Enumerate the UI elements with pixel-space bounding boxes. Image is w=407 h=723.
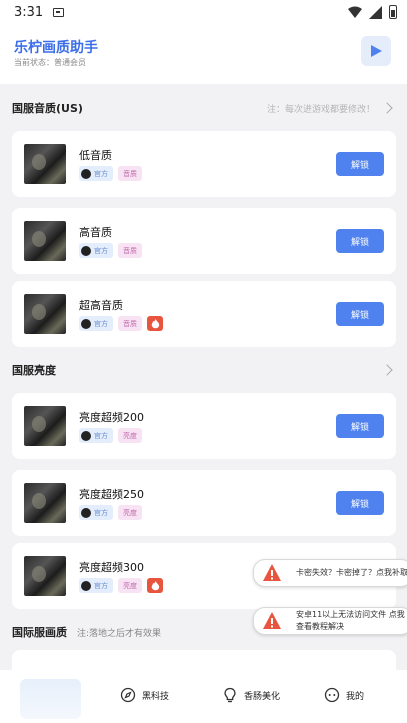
bulb-icon — [224, 687, 236, 703]
official-tag: 官方 — [79, 316, 113, 331]
wifi-icon — [348, 6, 362, 18]
nav-item-skin[interactable]: 香肠美化 — [222, 687, 280, 703]
toast-message: 安卓11以上无法访问文件 点我查看教程解决 — [296, 610, 405, 631]
section-header-brightness[interactable]: 国服亮度 — [0, 357, 407, 383]
play-icon — [371, 45, 382, 57]
section-title: 国际服画质 — [12, 626, 67, 639]
kind-tag: 亮度 — [118, 578, 142, 593]
item-tags: 官方 亮度 — [79, 428, 142, 443]
unlock-button[interactable]: 解锁 — [336, 229, 384, 253]
item-thumbnail — [24, 144, 66, 184]
official-logo-icon — [81, 245, 91, 256]
item-thumbnail — [24, 406, 66, 446]
nav-item-home[interactable] — [20, 679, 81, 719]
official-tag: 官方 — [79, 428, 113, 443]
battery-icon — [389, 5, 397, 19]
item-name: 亮度超频300 — [79, 561, 144, 574]
profile-icon — [324, 687, 340, 703]
unlock-button[interactable]: 解锁 — [336, 414, 384, 438]
item-name: 亮度超频200 — [79, 411, 144, 424]
nav-label: 香肠美化 — [244, 691, 281, 702]
chevron-right-icon — [381, 102, 393, 114]
item-name: 超高音质 — [79, 299, 123, 312]
chevron-right-icon — [381, 364, 393, 376]
status-bar: 3:31 — [0, 0, 407, 24]
list-item: 超高音质 官方 音质 解锁 — [12, 281, 396, 347]
item-name: 低音质 — [79, 149, 112, 162]
item-tags: 官方 音质 — [79, 166, 142, 181]
item-tags: 官方 音质 — [79, 243, 142, 258]
app-title: 乐柠画质助手 — [14, 40, 98, 56]
kind-tag: 音质 — [118, 243, 142, 258]
list-item: 亮度超频250 官方 亮度 解锁 — [12, 470, 396, 536]
unlock-button[interactable]: 解锁 — [336, 152, 384, 176]
official-logo-icon — [81, 507, 91, 518]
section-title: 国服亮度 — [12, 364, 56, 377]
list-item: 低音质 官方 音质 解锁 — [12, 131, 396, 197]
item-thumbnail — [24, 294, 66, 334]
list-item: 亮度超频200 官方 亮度 解锁 — [12, 393, 396, 459]
official-tag: 官方 — [79, 166, 113, 181]
hot-fire-icon — [147, 578, 163, 593]
sim-card-icon — [53, 7, 65, 17]
nav-label: 我的 — [346, 691, 365, 702]
item-thumbnail — [24, 556, 66, 596]
warning-icon — [263, 612, 281, 629]
item-tags: 官方 音质 — [79, 316, 163, 331]
status-time: 3:31 — [14, 4, 44, 20]
list-item: 高音质 官方 音质 解锁 — [12, 208, 396, 274]
launch-game-button[interactable] — [361, 36, 391, 66]
member-status: 当前状态：普通会员 — [14, 58, 86, 67]
toast-card-code[interactable]: 卡密失效？卡密掉了？点我补取 — [253, 559, 407, 587]
section-title: 国服音质(US) — [12, 102, 83, 115]
compass-icon — [120, 687, 136, 703]
official-logo-icon — [81, 168, 91, 179]
section-note: 注:落地之后才有效果 — [77, 628, 162, 639]
kind-tag: 亮度 — [118, 505, 142, 520]
section-note: 注：每次进游戏都要修改！ — [266, 104, 375, 115]
section-header-quality[interactable]: 国服音质(US) 注：每次进游戏都要修改！ — [0, 95, 407, 121]
item-thumbnail — [24, 221, 66, 261]
unlock-button[interactable]: 解锁 — [336, 302, 384, 326]
nav-item-mine[interactable]: 我的 — [324, 687, 364, 703]
item-thumbnail — [24, 483, 66, 523]
nav-item-black-tech[interactable]: 黑科技 — [120, 687, 169, 703]
item-tags: 官方 亮度 — [79, 505, 142, 520]
kind-tag: 音质 — [118, 316, 142, 331]
unlock-button[interactable]: 解锁 — [336, 491, 384, 515]
toast-android11[interactable]: 安卓11以上无法访问文件 点我查看教程解决 — [253, 607, 407, 635]
item-tags: 官方 亮度 — [79, 578, 163, 593]
item-name: 亮度超频250 — [79, 488, 144, 501]
toast-message: 卡密失效？卡密掉了？点我补取 — [296, 568, 407, 577]
nav-label: 黑科技 — [142, 691, 170, 702]
signal-icon — [369, 5, 382, 19]
official-tag: 官方 — [79, 505, 113, 520]
item-name: 高音质 — [79, 226, 112, 239]
kind-tag: 音质 — [118, 166, 142, 181]
official-tag: 官方 — [79, 243, 113, 258]
warning-icon — [263, 564, 281, 581]
bottom-nav: 黑科技 香肠美化 我的 — [0, 670, 407, 723]
official-logo-icon — [81, 318, 91, 329]
official-tag: 官方 — [79, 578, 113, 593]
official-logo-icon — [81, 430, 91, 441]
kind-tag: 亮度 — [118, 428, 142, 443]
app-header: 乐柠画质助手 当前状态：普通会员 — [0, 24, 407, 84]
official-logo-icon — [81, 580, 91, 591]
hot-fire-icon — [147, 316, 163, 331]
